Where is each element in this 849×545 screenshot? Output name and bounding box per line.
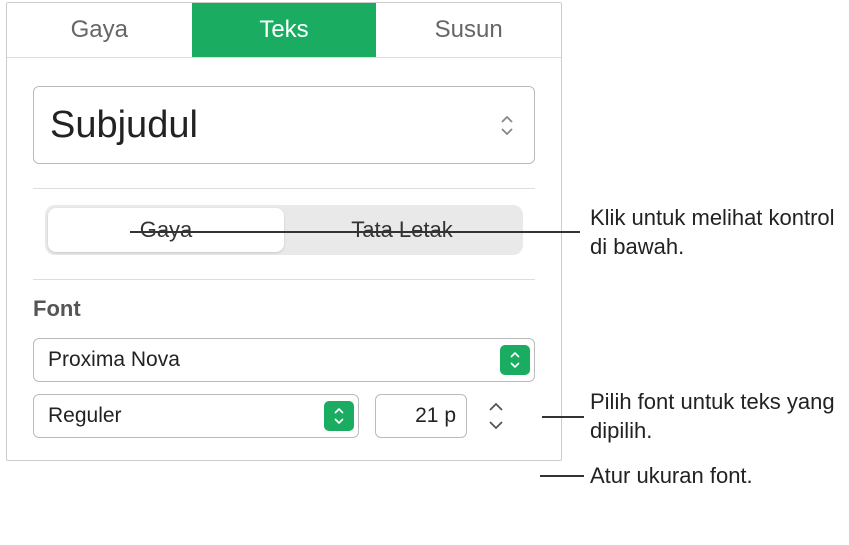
format-tabs: Gaya Teks Susun bbox=[7, 3, 561, 57]
stepper-down[interactable] bbox=[483, 416, 509, 434]
style-layout-segmented: Gaya Tata Letak bbox=[45, 205, 523, 255]
callout-set-size: Atur ukuran font. bbox=[590, 462, 753, 491]
font-size-stepper bbox=[483, 394, 509, 438]
callout-see-controls: Klik untuk melihat kontrol di bawah. bbox=[590, 204, 849, 261]
tab-susun[interactable]: Susun bbox=[376, 3, 561, 57]
divider bbox=[33, 279, 535, 280]
callout-line bbox=[542, 416, 584, 418]
divider bbox=[33, 188, 535, 189]
chevron-up-down-icon bbox=[500, 116, 514, 135]
tab-teks[interactable]: Teks bbox=[192, 3, 377, 57]
paragraph-style-dropdown[interactable]: Subjudul bbox=[33, 86, 535, 164]
font-family-value: Proxima Nova bbox=[48, 348, 500, 372]
font-size-value: 21 p bbox=[415, 404, 456, 428]
font-family-popup[interactable]: Proxima Nova bbox=[33, 338, 535, 382]
popup-arrows-icon bbox=[324, 401, 354, 431]
font-weight-value: Reguler bbox=[48, 404, 324, 428]
popup-arrows-icon bbox=[500, 345, 530, 375]
callout-line bbox=[540, 475, 584, 477]
panel-body: Subjudul Gaya Tata Letak Font Proxima No… bbox=[7, 57, 561, 460]
font-size-field[interactable]: 21 p bbox=[375, 394, 467, 438]
segment-tata-letak[interactable]: Tata Letak bbox=[284, 208, 520, 252]
font-section-label: Font bbox=[33, 296, 535, 322]
tab-gaya[interactable]: Gaya bbox=[7, 3, 192, 57]
segment-gaya[interactable]: Gaya bbox=[48, 208, 284, 252]
stepper-up[interactable] bbox=[483, 398, 509, 416]
paragraph-style-label: Subjudul bbox=[50, 104, 198, 147]
callout-pick-font: Pilih font untuk teks yang dipilih. bbox=[590, 388, 849, 445]
callout-line bbox=[130, 231, 580, 233]
font-weight-popup[interactable]: Reguler bbox=[33, 394, 359, 438]
